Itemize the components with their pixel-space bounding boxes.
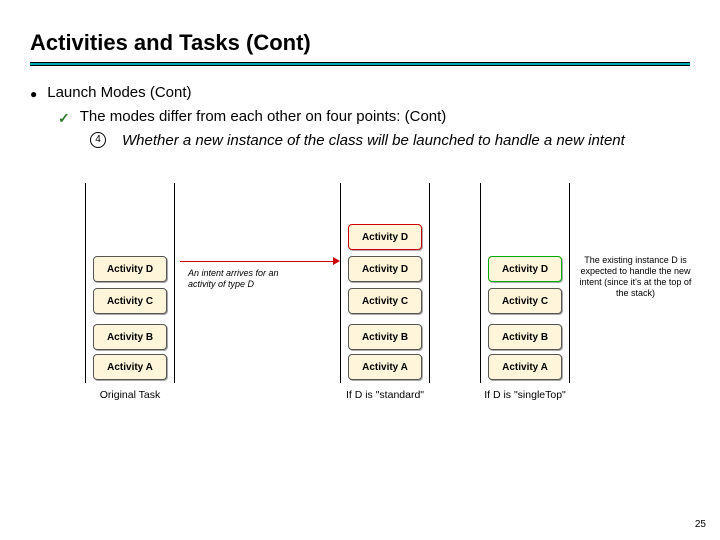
check-icon: ✓ bbox=[58, 108, 70, 128]
side-note: The existing instance D is expected to h… bbox=[578, 255, 693, 299]
divider bbox=[30, 62, 690, 66]
bullet-sub2: 4 Whether a new instance of the class wi… bbox=[90, 132, 690, 149]
activity-box: Activity A bbox=[93, 354, 167, 380]
diagram: Activity D Activity C Activity B Activit… bbox=[30, 183, 690, 443]
bullet-sub1-text: The modes differ from each other on four… bbox=[80, 108, 447, 125]
page-number: 25 bbox=[695, 519, 706, 530]
arrow-line bbox=[180, 261, 335, 262]
page-title: Activities and Tasks (Cont) bbox=[30, 30, 690, 56]
caption-singletop: If D is "singleTop" bbox=[470, 389, 580, 401]
activity-box: Activity A bbox=[348, 354, 422, 380]
activity-box: Activity B bbox=[488, 324, 562, 350]
stack-original: Activity D Activity C Activity B Activit… bbox=[85, 183, 175, 383]
bullet-main-text: Launch Modes (Cont) bbox=[47, 84, 191, 101]
circled-number-icon: 4 bbox=[90, 132, 106, 148]
stack-singletop: Activity D Activity C Activity B Activit… bbox=[480, 183, 570, 383]
activity-box: Activity C bbox=[348, 288, 422, 314]
activity-box: Activity A bbox=[488, 354, 562, 380]
activity-box-new: Activity D bbox=[348, 224, 422, 250]
activity-box: Activity B bbox=[93, 324, 167, 350]
bullet-dot-icon: ● bbox=[30, 84, 37, 104]
activity-box: Activity D bbox=[348, 256, 422, 282]
activity-box: Activity B bbox=[348, 324, 422, 350]
activity-box: Activity D bbox=[93, 256, 167, 282]
activity-box: Activity C bbox=[488, 288, 562, 314]
bullet-sub2-text: Whether a new instance of the class will… bbox=[122, 132, 625, 149]
caption-original: Original Task bbox=[75, 389, 185, 401]
bullet-sub1: ✓ The modes differ from each other on fo… bbox=[58, 108, 690, 128]
intent-label: An intent arrives for an activity of typ… bbox=[188, 268, 298, 290]
caption-standard: If D is "standard" bbox=[330, 389, 440, 401]
activity-box: Activity C bbox=[93, 288, 167, 314]
bullet-main: ● Launch Modes (Cont) bbox=[30, 84, 690, 104]
arrow-head-icon bbox=[333, 257, 340, 265]
activity-box-existing: Activity D bbox=[488, 256, 562, 282]
stack-standard: Activity D Activity D Activity C Activit… bbox=[340, 183, 430, 383]
